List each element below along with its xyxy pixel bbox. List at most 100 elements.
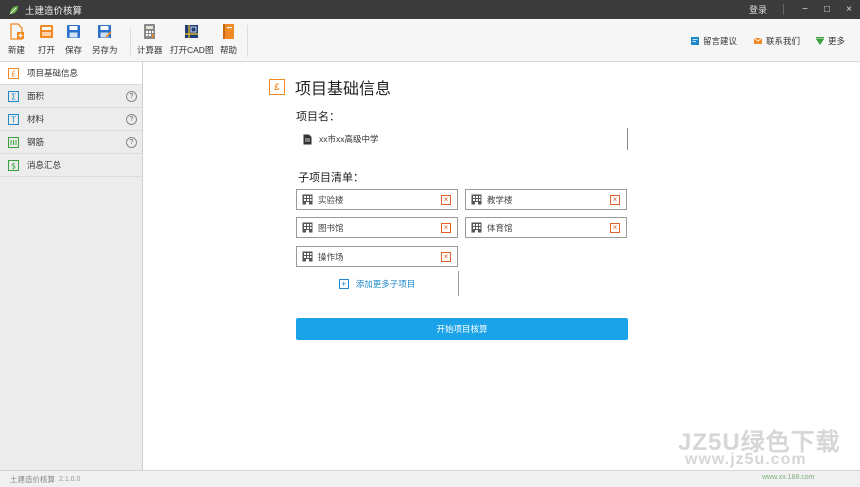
message-icon	[691, 37, 699, 45]
close-icon[interactable]: ×	[610, 223, 620, 233]
subproject-name: 教学楼	[487, 194, 513, 205]
svg-text:$: $	[11, 161, 16, 170]
toolbar-divider	[130, 27, 131, 55]
project-name-value: xx市xx高级中学	[319, 134, 379, 144]
subproject-name: 体育馆	[487, 222, 513, 233]
close-icon[interactable]: ×	[441, 195, 451, 205]
main-panel: £ 项目基础信息 项目名： xx市xx高级中学 子项目清单： 实验楼 × 教学楼…	[144, 62, 860, 470]
feedback-label: 留言建议	[703, 36, 738, 46]
sidebar-item-label: 消息汇总	[27, 160, 62, 170]
page-title: £ 项目基础信息	[269, 75, 391, 99]
add-subproject-label: 添加更多子项目	[355, 278, 416, 289]
sidebar-item-area[interactable]: Σ 面积 ?	[0, 85, 142, 108]
open-cad-button[interactable]: 打开CAD图	[170, 23, 213, 56]
help-circle-icon[interactable]: ?	[126, 137, 137, 148]
sidebar: £ 项目基础信息 Σ 面积 ? T 材料 ? 钢筋 ? $ 消息汇总	[0, 62, 143, 470]
sidebar-item-label: 材料	[27, 114, 45, 124]
save-label: 保存	[65, 45, 83, 55]
subproject-name: 实验楼	[318, 194, 344, 205]
sidebar-item-material[interactable]: T 材料 ?	[0, 108, 142, 131]
building-icon	[302, 222, 313, 233]
building-icon	[302, 251, 313, 262]
help-circle-icon[interactable]: ?	[126, 91, 137, 102]
building-icon	[471, 222, 482, 233]
subproject-item[interactable]: 操作场 ×	[296, 246, 458, 267]
help-label: 帮助	[220, 45, 238, 55]
close-icon[interactable]: ×	[610, 195, 620, 205]
project-name-field[interactable]: xx市xx高级中学	[296, 128, 628, 150]
minimize-button[interactable]: −	[794, 0, 816, 19]
leaf-icon	[8, 4, 20, 16]
cad-icon	[183, 23, 200, 40]
new-button[interactable]: 新建	[8, 23, 25, 56]
watermark-url: www.jz5u.com	[685, 451, 807, 468]
summary-icon: $	[8, 159, 19, 171]
new-label: 新建	[8, 45, 26, 55]
titlebar-divider	[783, 4, 784, 15]
svg-text:£: £	[11, 69, 16, 78]
help-button[interactable]: 帮助	[220, 23, 237, 56]
close-icon[interactable]: ×	[441, 252, 451, 262]
login-link[interactable]: 登录	[749, 3, 767, 16]
subproject-item[interactable]: 实验楼 ×	[296, 189, 458, 210]
save-as-button[interactable]: 另存为	[92, 23, 118, 56]
building-icon	[471, 194, 482, 205]
sidebar-item-label: 面积	[27, 91, 45, 101]
add-subproject-button[interactable]: + 添加更多子项目	[296, 271, 459, 296]
help-circle-icon[interactable]: ?	[126, 114, 137, 125]
info-icon: £	[8, 67, 19, 79]
contact-icon	[753, 37, 763, 44]
rebar-icon	[8, 136, 19, 148]
save-button[interactable]: 保存	[65, 23, 82, 56]
sidebar-item-label: 钢筋	[27, 137, 45, 147]
svg-text:T: T	[10, 115, 16, 124]
save-as-icon	[96, 23, 113, 40]
subproject-item[interactable]: 教学楼 ×	[465, 189, 627, 210]
document-icon	[303, 134, 312, 144]
svg-text:Σ: Σ	[11, 92, 16, 101]
title-bar: 土建造价核算 登录 − □ ×	[0, 0, 860, 19]
more-label: 更多	[828, 36, 846, 46]
subproject-item[interactable]: 图书馆 ×	[296, 217, 458, 238]
status-bar: 土建造价核算 2.1.0.0	[0, 470, 860, 487]
sidebar-item-project-info[interactable]: £ 项目基础信息	[0, 62, 142, 85]
contact-label: 联系我们	[766, 36, 801, 46]
building-icon	[302, 194, 313, 205]
project-name-label: 项目名：	[296, 111, 340, 123]
calculator-label: 计算器	[137, 45, 163, 55]
open-folder-icon	[38, 23, 55, 40]
project-list-label: 子项目清单：	[298, 172, 364, 184]
watermark-small: www.xx.188.com	[762, 474, 815, 481]
help-book-icon	[220, 23, 237, 40]
area-icon: Σ	[8, 90, 19, 102]
subproject-name: 图书馆	[318, 222, 344, 233]
material-icon: T	[8, 113, 19, 125]
new-file-icon	[8, 23, 25, 40]
open-cad-label: 打开CAD图	[170, 45, 214, 55]
restore-button[interactable]: □	[816, 0, 838, 19]
more-icon	[816, 37, 824, 45]
subproject-name: 操作场	[318, 251, 344, 262]
more-link[interactable]: 更多	[815, 35, 845, 47]
contact-link[interactable]: 联系我们	[753, 35, 800, 47]
close-icon[interactable]: ×	[441, 223, 451, 233]
sidebar-item-rebar[interactable]: 钢筋 ?	[0, 131, 142, 154]
save-as-label: 另存为	[92, 45, 118, 55]
status-version: 2.1.0.0	[59, 475, 81, 483]
feedback-link[interactable]: 留言建议	[690, 35, 737, 47]
close-button[interactable]: ×	[838, 0, 860, 19]
plus-icon: +	[338, 278, 349, 289]
calculator-button[interactable]: 计算器	[137, 23, 163, 56]
calculator-icon	[141, 23, 158, 40]
save-icon	[65, 23, 82, 40]
open-button[interactable]: 打开	[38, 23, 55, 56]
toolbar: 新建 打开 保存 另存为 计算器 打开CAD图 帮助 留言建议 联系我们 更多	[0, 19, 860, 62]
sidebar-item-summary[interactable]: $ 消息汇总	[0, 154, 142, 177]
info-icon: £	[269, 79, 285, 95]
subproject-item[interactable]: 体育馆 ×	[465, 217, 627, 238]
sidebar-item-label: 项目基础信息	[27, 68, 79, 78]
status-app-name: 土建造价核算	[10, 474, 55, 484]
open-label: 打开	[38, 45, 56, 55]
start-calculation-button[interactable]: 开始项目核算	[296, 318, 628, 340]
toolbar-divider	[247, 25, 248, 57]
